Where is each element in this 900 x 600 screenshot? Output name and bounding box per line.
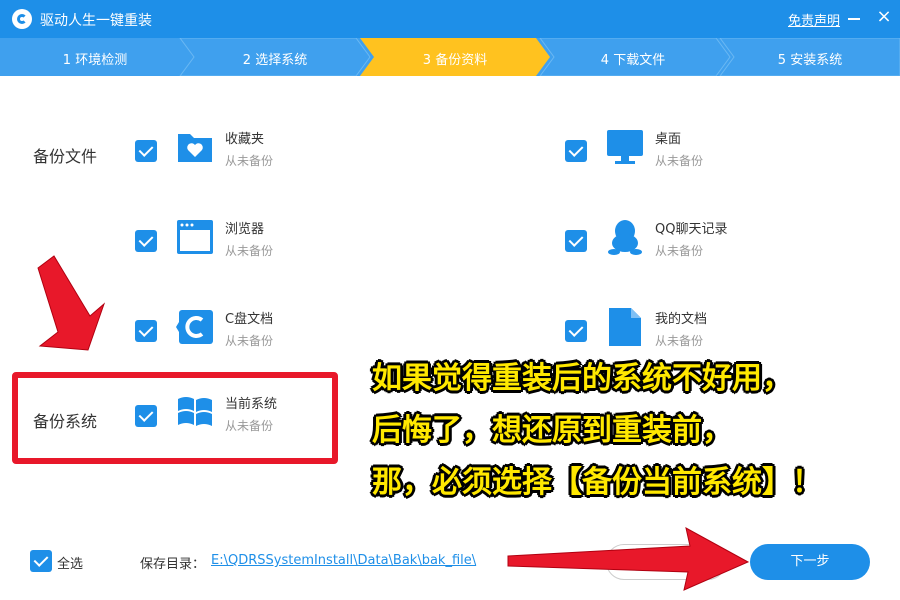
browser-status: 从未备份 bbox=[225, 244, 274, 258]
step-5-label: 5 安装系统 bbox=[777, 53, 843, 68]
desktop-status: 从未备份 bbox=[655, 154, 704, 168]
current-system-name: 当前系统 bbox=[225, 397, 278, 412]
next-button[interactable]: 下一步 bbox=[750, 544, 870, 580]
red-arrow-down-icon bbox=[37, 255, 106, 351]
browser-window-icon bbox=[177, 220, 213, 254]
desktop-monitor-icon bbox=[607, 130, 643, 164]
c-drive-icon bbox=[176, 310, 213, 344]
qq-penguin-icon bbox=[608, 220, 642, 255]
my-documents-name: 我的文档 bbox=[655, 312, 708, 327]
step-1-label: 1 环境检测 bbox=[62, 53, 128, 68]
disclaimer-link[interactable]: 免责声明 bbox=[788, 10, 840, 29]
qq-chat-name: QQ聊天记录 bbox=[655, 222, 728, 237]
heart-folder-icon bbox=[178, 134, 212, 162]
favorites-name: 收藏夹 bbox=[225, 132, 265, 147]
overlay-text-line-3: 那，必须选择【备份当前系统】！ bbox=[372, 465, 822, 500]
overlay-text-line-1: 如果觉得重装后的系统不好用， bbox=[372, 361, 792, 396]
desktop-checkbox[interactable] bbox=[565, 140, 587, 162]
step-4-label: 4 下载文件 bbox=[600, 53, 666, 68]
desktop-name: 桌面 bbox=[655, 132, 682, 147]
c-drive-docs-name: C盘文档 bbox=[225, 312, 274, 327]
my-documents-checkbox[interactable] bbox=[565, 320, 587, 342]
current-system-checkbox[interactable] bbox=[135, 405, 157, 427]
windows-logo-icon bbox=[178, 397, 212, 426]
step-2-label: 2 选择系统 bbox=[242, 53, 308, 68]
browser-checkbox[interactable] bbox=[135, 230, 157, 252]
save-dir-path-link[interactable]: E:\QDRSSystemInstall\Data\Bak\bak_file\ bbox=[211, 553, 476, 568]
title-bar: 驱动人生一键重装 免责声明 × bbox=[0, 0, 900, 38]
window-title: 驱动人生一键重装 bbox=[40, 13, 152, 29]
qq-chat-checkbox[interactable] bbox=[565, 230, 587, 252]
favorites-checkbox[interactable] bbox=[135, 140, 157, 162]
current-system-status: 从未备份 bbox=[225, 419, 274, 433]
annotation-arrows bbox=[37, 255, 750, 591]
minimize-icon[interactable] bbox=[846, 8, 862, 28]
document-icon bbox=[609, 308, 641, 346]
backup-system-label: 备份系统 bbox=[33, 412, 98, 431]
qq-chat-status: 从未备份 bbox=[655, 244, 704, 258]
favorites-status: 从未备份 bbox=[225, 154, 274, 168]
c-drive-docs-status: 从未备份 bbox=[225, 334, 274, 348]
select-all-checkbox[interactable] bbox=[30, 550, 52, 572]
app-logo-icon bbox=[12, 9, 32, 29]
close-icon[interactable]: × bbox=[874, 8, 894, 28]
overlay-text-line-2: 后悔了，想还原到重装前， bbox=[372, 413, 732, 448]
backup-files-label: 备份文件 bbox=[33, 147, 98, 166]
save-dir-label: 保存目录： bbox=[140, 557, 206, 572]
step-progress-bar: 1 环境检测 2 选择系统 3 备份资料 4 下载文件 5 安装系统 bbox=[0, 38, 900, 76]
c-drive-docs-checkbox[interactable] bbox=[135, 320, 157, 342]
step-3-label: 3 备份资料 bbox=[422, 53, 488, 68]
previous-button[interactable] bbox=[606, 544, 726, 580]
my-documents-status: 从未备份 bbox=[655, 334, 704, 348]
browser-name: 浏览器 bbox=[225, 222, 265, 237]
select-all-label: 全选 bbox=[57, 557, 84, 572]
